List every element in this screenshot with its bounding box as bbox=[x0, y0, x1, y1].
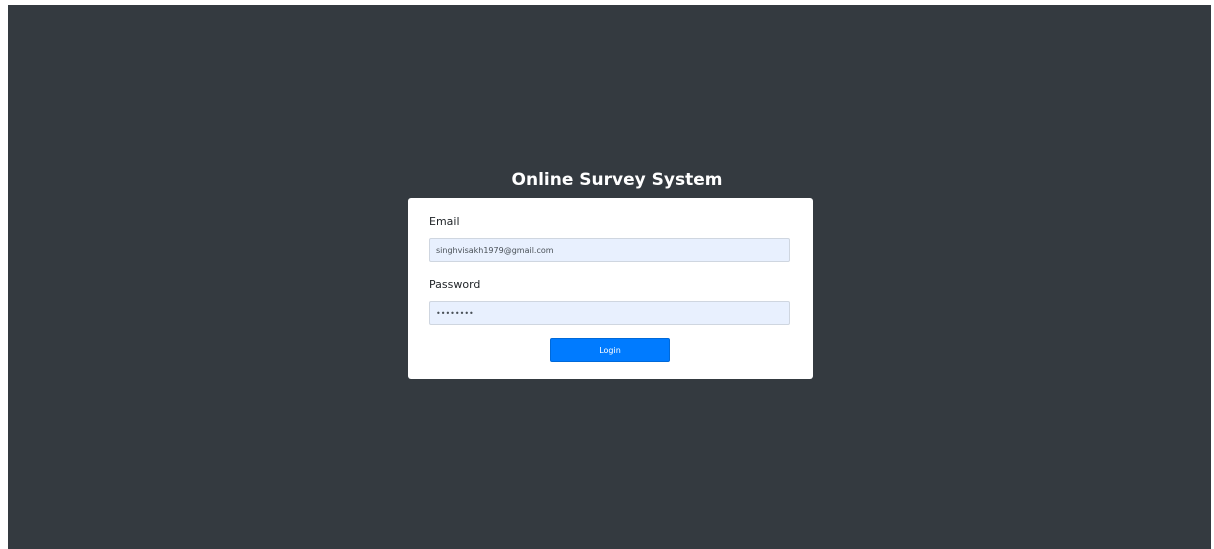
email-field[interactable] bbox=[429, 238, 790, 262]
email-label: Email bbox=[429, 215, 460, 228]
page-title: Online Survey System bbox=[511, 170, 723, 190]
password-field[interactable] bbox=[429, 301, 790, 325]
login-button[interactable]: Login bbox=[550, 338, 670, 362]
login-card: Email Password Login bbox=[408, 198, 813, 379]
password-label: Password bbox=[429, 278, 481, 291]
page-background: Online Survey System Email Password Logi… bbox=[8, 5, 1211, 549]
